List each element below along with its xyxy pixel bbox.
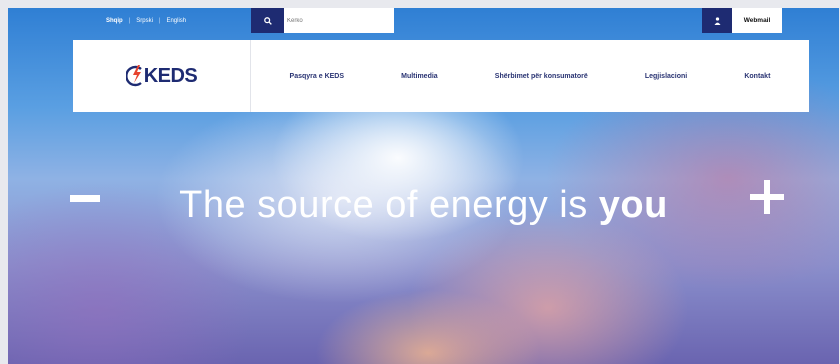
slider-next-button[interactable] <box>750 180 784 214</box>
language-shqip[interactable]: Shqip <box>106 18 123 24</box>
hero-title-main: The source of energy is <box>179 184 599 226</box>
hero-title-emphasis: you <box>598 184 668 226</box>
main-navigation: KEDS Pasqyra e KEDS Multimedia Shërbimet… <box>73 40 809 112</box>
language-english[interactable]: English <box>166 18 186 24</box>
nav-links: Pasqyra e KEDS Multimedia Shërbimet për … <box>251 73 809 80</box>
logo-text: KEDS <box>143 64 198 87</box>
search-button[interactable] <box>251 8 284 33</box>
search-input[interactable] <box>284 8 394 33</box>
page-frame: Shqip | Srpski | English Webmail KEDS <box>8 8 839 364</box>
language-separator: | <box>128 18 131 24</box>
webmail-button[interactable]: Webmail <box>732 8 782 33</box>
search-icon <box>263 16 272 25</box>
hero-title: The source of energy is you <box>8 184 839 227</box>
user-button[interactable] <box>702 8 732 33</box>
nav-item-kontakt[interactable]: Kontakt <box>744 73 770 80</box>
logo-mark-icon <box>125 65 142 87</box>
user-icon <box>714 16 720 25</box>
language-switcher: Shqip | Srpski | English <box>106 14 186 28</box>
nav-item-legjislacioni[interactable]: Legjislacioni <box>645 73 687 80</box>
keds-logo[interactable]: KEDS <box>73 40 251 112</box>
nav-item-sherbimet[interactable]: Shërbimet për konsumatorë <box>495 73 588 80</box>
language-separator: | <box>158 18 161 24</box>
nav-item-multimedia[interactable]: Multimedia <box>401 73 438 80</box>
search-bar <box>251 8 394 33</box>
nav-item-pasqyra[interactable]: Pasqyra e KEDS <box>290 73 344 80</box>
language-srpski[interactable]: Srpski <box>136 18 153 24</box>
